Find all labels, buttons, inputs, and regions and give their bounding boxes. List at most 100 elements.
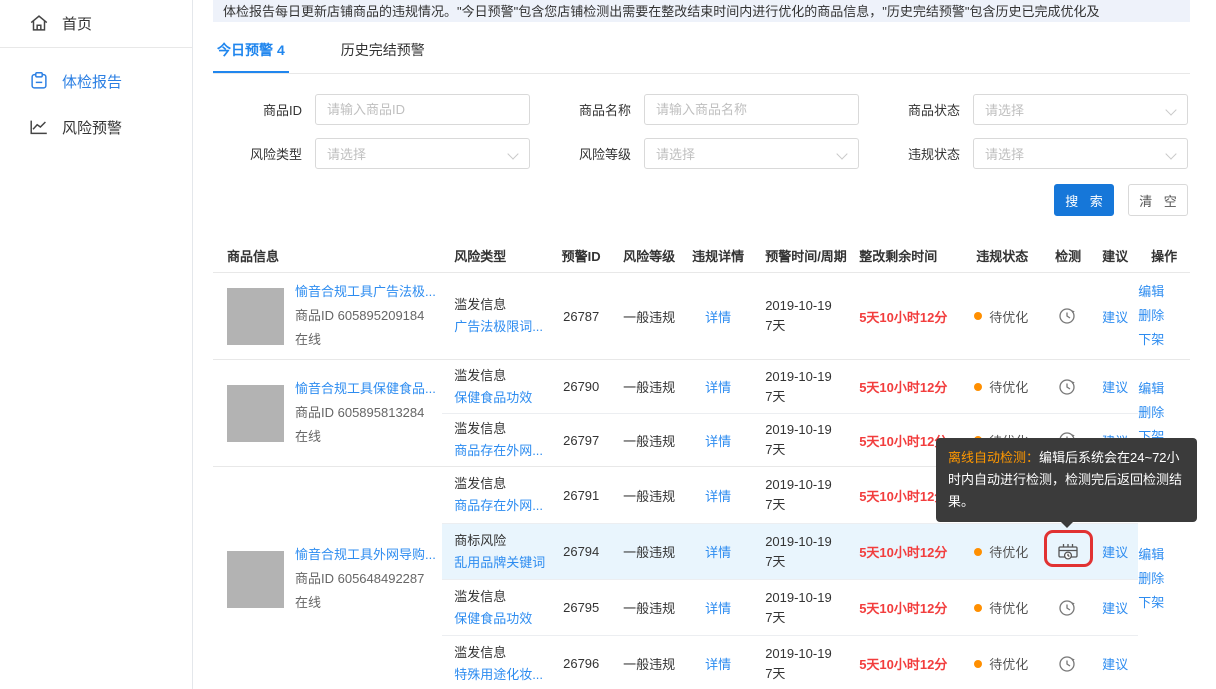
warning-date: 2019-10-19: [765, 532, 832, 552]
select-placeholder: 请选择: [985, 144, 1024, 163]
product-id-input[interactable]: [327, 102, 518, 117]
op-delete-link[interactable]: 删除: [1138, 304, 1190, 328]
product-title-link[interactable]: 愉音合规工具广告法极...: [295, 280, 436, 304]
status-dot: [974, 604, 982, 612]
sidebar-item-health-report[interactable]: 体检报告: [0, 58, 192, 104]
remaining-time: 5天10小时12分: [859, 307, 947, 326]
product-status-text: 在线: [295, 425, 436, 449]
warning-row: 滥发信息 特殊用途化妆... 26796 一般违规 详情 2019-10-19 …: [442, 635, 1138, 689]
offline-detect-calendar-icon[interactable]: [1056, 541, 1080, 563]
warning-id: 26790: [547, 379, 615, 394]
operations-cell: 编辑 删除 下架: [1138, 273, 1190, 359]
chevron-down-icon: [836, 148, 847, 159]
risk-detail-link[interactable]: 保健食品功效: [454, 608, 532, 630]
header-violation-detail: 违规详情: [683, 238, 753, 272]
detail-link[interactable]: 详情: [705, 377, 731, 396]
risk-detail-link[interactable]: 商品存在外网...: [454, 440, 543, 462]
realtime-detect-clock-icon[interactable]: [1057, 376, 1079, 398]
risk-level: 一般违规: [615, 431, 683, 450]
page: 首页 体检报告 风险预警 体检报告每日更新店铺商品的违规情况。"今日预警"包含您…: [0, 0, 1216, 689]
op-edit-link[interactable]: 编辑: [1138, 543, 1190, 567]
realtime-detect-clock-icon[interactable]: [1057, 597, 1079, 619]
op-delete-link[interactable]: 删除: [1138, 401, 1190, 425]
product-title-link[interactable]: 愉音合规工具外网导购...: [295, 543, 436, 567]
risk-level: 一般违规: [615, 598, 683, 617]
risk-detail-link[interactable]: 特殊用途化妆...: [454, 664, 543, 686]
filter-row-1: 商品ID 商品名称 商品状态 请选择: [238, 94, 1190, 125]
header-risk-type: 风险类型: [442, 238, 547, 272]
header-product-info: 商品信息: [213, 238, 442, 272]
chevron-down-icon: [1165, 104, 1176, 115]
warning-cycle: 7天: [765, 316, 785, 336]
status-text: 待优化: [989, 542, 1028, 561]
risk-detail-link[interactable]: 保健食品功效: [454, 387, 532, 409]
op-delete-link[interactable]: 删除: [1138, 567, 1190, 591]
product-thumbnail: [227, 288, 284, 345]
header-warning-id: 预警ID: [547, 238, 615, 272]
warning-row: 滥发信息 保健食品功效 26790 一般违规 详情 2019-10-19 7天 …: [442, 360, 1138, 413]
remaining-time: 5天10小时12分: [859, 377, 947, 396]
detail-link[interactable]: 详情: [705, 431, 731, 450]
realtime-detect-clock-icon[interactable]: [1057, 305, 1079, 327]
risk-type-select[interactable]: 请选择: [315, 138, 530, 169]
warning-date: 2019-10-19: [765, 420, 832, 440]
risk-category: 滥发信息: [454, 586, 506, 608]
line-chart-icon: [28, 116, 50, 138]
risk-level: 一般违规: [615, 654, 683, 673]
violation-status-select[interactable]: 请选择: [973, 138, 1188, 169]
op-edit-link[interactable]: 编辑: [1138, 280, 1190, 304]
op-offshelf-link[interactable]: 下架: [1138, 591, 1190, 615]
product-cell: 愉音合规工具外网导购... 商品ID 605648492287 在线: [213, 467, 442, 689]
tab-bar: 今日预警4 历史完结预警: [213, 35, 1190, 74]
warning-id: 26791: [547, 488, 615, 503]
header-violation-status: 违规状态: [964, 238, 1044, 272]
product-title-link[interactable]: 愉音合规工具保健食品...: [295, 377, 436, 401]
detail-link[interactable]: 详情: [705, 654, 731, 673]
risk-category: 滥发信息: [454, 473, 506, 495]
detail-link[interactable]: 详情: [705, 598, 731, 617]
risk-detail-link[interactable]: 乱用品牌关键词: [454, 552, 545, 574]
warning-date: 2019-10-19: [765, 367, 832, 387]
advice-link[interactable]: 建议: [1102, 654, 1128, 673]
advice-link[interactable]: 建议: [1102, 598, 1128, 617]
search-button[interactable]: 搜 索: [1054, 184, 1114, 216]
op-edit-link[interactable]: 编辑: [1138, 377, 1190, 401]
advice-link[interactable]: 建议: [1102, 542, 1128, 561]
sidebar-item-home[interactable]: 首页: [0, 0, 192, 46]
product-name-input[interactable]: [656, 102, 847, 117]
filter-product-id: 商品ID: [238, 94, 530, 125]
chevron-down-icon: [507, 148, 518, 159]
risk-category: 滥发信息: [454, 418, 506, 440]
header-warning-time: 预警时间/周期: [753, 238, 859, 272]
tab-label: 历史完结预警: [341, 42, 425, 58]
realtime-detect-clock-icon[interactable]: [1057, 653, 1079, 675]
tab-today-warnings[interactable]: 今日预警4: [213, 35, 289, 73]
risk-level-select[interactable]: 请选择: [644, 138, 859, 169]
table-header: 商品信息 风险类型 预警ID 风险等级 违规详情 预警时间/周期 整改剩余时间 …: [213, 238, 1190, 273]
clear-button[interactable]: 清 空: [1128, 184, 1188, 216]
detail-link[interactable]: 详情: [705, 486, 731, 505]
product-cell: 愉音合规工具广告法极... 商品ID 605895209184 在线: [213, 273, 442, 359]
product-status-select[interactable]: 请选择: [973, 94, 1188, 125]
risk-level: 一般违规: [615, 542, 683, 561]
detail-link[interactable]: 详情: [705, 542, 731, 561]
warning-cycle: 7天: [765, 552, 785, 572]
advice-link[interactable]: 建议: [1102, 377, 1128, 396]
op-offshelf-link[interactable]: 下架: [1138, 328, 1190, 352]
filter-risk-type: 风险类型 请选择: [238, 138, 530, 169]
select-placeholder: 请选择: [985, 100, 1024, 119]
risk-detail-link[interactable]: 广告法极限词...: [454, 316, 543, 338]
chevron-down-icon: [1165, 148, 1176, 159]
tab-history-warnings[interactable]: 历史完结预警: [337, 35, 429, 73]
status-text: 待优化: [989, 654, 1028, 673]
warning-cycle: 7天: [765, 608, 785, 628]
advice-link[interactable]: 建议: [1102, 307, 1128, 326]
header-risk-level: 风险等级: [615, 238, 683, 272]
warning-date: 2019-10-19: [765, 475, 832, 495]
detail-link[interactable]: 详情: [705, 307, 731, 326]
risk-detail-link[interactable]: 商品存在外网...: [454, 495, 543, 517]
sidebar: 首页 体检报告 风险预警: [0, 0, 193, 689]
sidebar-item-risk-warning[interactable]: 风险预警: [0, 104, 192, 150]
sidebar-item-label: 首页: [62, 13, 92, 34]
risk-category: 商标风险: [454, 530, 506, 552]
